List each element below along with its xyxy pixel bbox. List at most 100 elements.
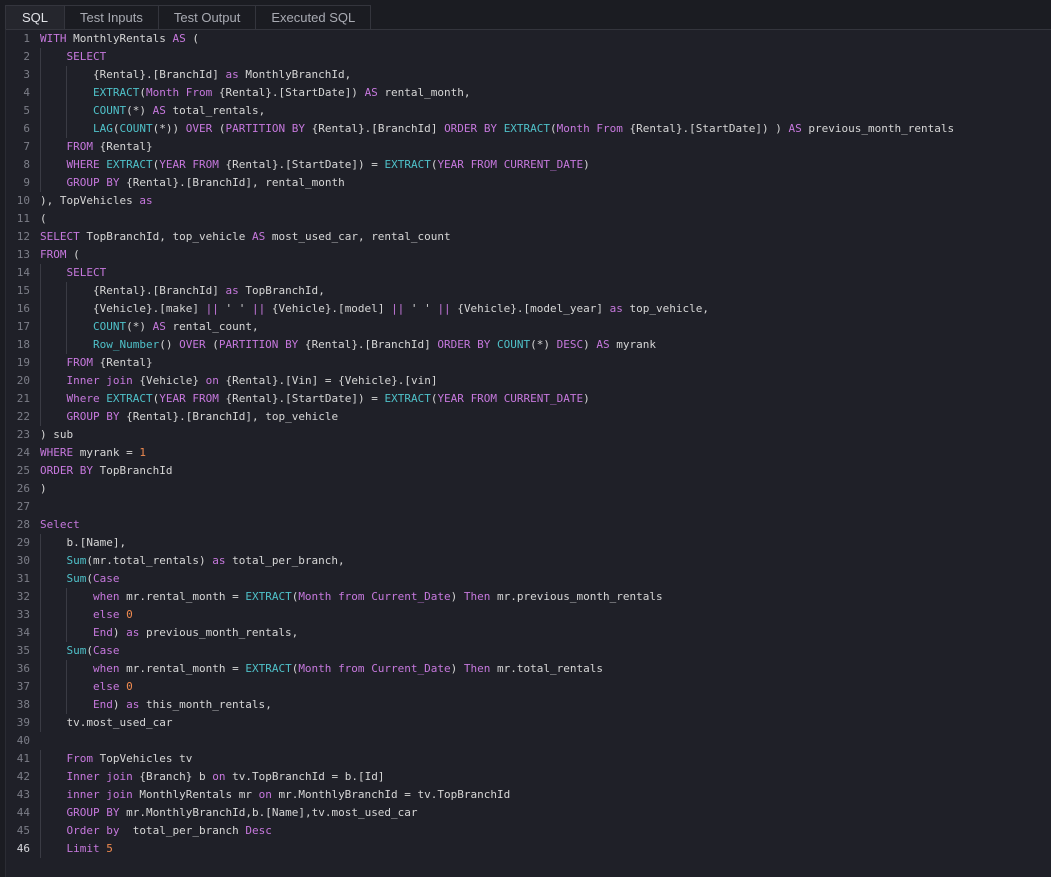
keyword-token: BY bbox=[80, 464, 93, 477]
indent-guide bbox=[66, 336, 92, 354]
keyword-token: BY bbox=[484, 122, 497, 135]
keyword-token: else bbox=[93, 608, 120, 621]
code-line: 40 bbox=[6, 732, 954, 750]
line-number: 22 bbox=[6, 408, 40, 426]
keyword-token: AS bbox=[172, 32, 185, 45]
indent-guide bbox=[40, 696, 66, 714]
code-line: 41From TopVehicles tv bbox=[6, 750, 954, 768]
line-text: else 0 bbox=[40, 678, 133, 696]
keyword-token: Current_Date bbox=[371, 590, 450, 603]
line-number: 30 bbox=[6, 552, 40, 570]
keyword-token: as bbox=[139, 194, 152, 207]
code-line: 29b.[Name], bbox=[6, 534, 954, 552]
line-text: EXTRACT(Month From {Rental}.[StartDate])… bbox=[40, 84, 471, 102]
function-token: COUNT bbox=[497, 338, 530, 351]
keyword-token: AS bbox=[153, 320, 166, 333]
tab-test-inputs[interactable]: Test Inputs bbox=[64, 5, 159, 29]
keyword-token: BY bbox=[106, 410, 119, 423]
code-line: 7FROM {Rental} bbox=[6, 138, 954, 156]
keyword-token: From bbox=[66, 752, 93, 765]
keyword-token: OVER bbox=[179, 338, 206, 351]
line-number: 7 bbox=[6, 138, 40, 156]
function-token: EXTRACT bbox=[106, 158, 152, 171]
line-number: 11 bbox=[6, 210, 40, 228]
line-text: Sum(Case bbox=[40, 642, 119, 660]
function-token: Row_Number bbox=[93, 338, 159, 351]
number-token: 1 bbox=[139, 446, 146, 459]
line-number: 2 bbox=[6, 48, 40, 66]
number-token: 0 bbox=[126, 680, 133, 693]
function-token: EXTRACT bbox=[106, 392, 152, 405]
keyword-token: FROM bbox=[40, 248, 67, 261]
tab-sql[interactable]: SQL bbox=[5, 5, 65, 29]
line-text: GROUP BY mr.MonthlyBranchId,b.[Name],tv.… bbox=[40, 804, 418, 822]
indent-guide bbox=[40, 786, 66, 804]
line-text: End) as this_month_rentals, bbox=[40, 696, 272, 714]
indent-guide bbox=[40, 354, 66, 372]
keyword-token: PARTITION bbox=[225, 122, 285, 135]
keyword-token: FROM bbox=[471, 158, 498, 171]
line-text: Inner join {Vehicle} on {Rental}.[Vin] =… bbox=[40, 372, 437, 390]
tab-executed-sql[interactable]: Executed SQL bbox=[255, 5, 371, 29]
line-text: ) sub bbox=[40, 426, 73, 444]
keyword-token: on bbox=[212, 770, 225, 783]
line-text: WITH MonthlyRentals AS ( bbox=[40, 30, 199, 48]
keyword-token: WITH bbox=[40, 32, 67, 45]
code-line: 46Limit 5 bbox=[6, 840, 954, 858]
keyword-token: GROUP bbox=[66, 410, 99, 423]
indent-guide bbox=[40, 768, 66, 786]
indent-guide bbox=[66, 606, 92, 624]
line-text: Where EXTRACT(YEAR FROM {Rental}.[StartD… bbox=[40, 390, 590, 408]
code-line: 6LAG(COUNT(*)) OVER (PARTITION BY {Renta… bbox=[6, 120, 954, 138]
line-number: 14 bbox=[6, 264, 40, 282]
line-number: 31 bbox=[6, 570, 40, 588]
keyword-token: || bbox=[437, 302, 450, 315]
keyword-token: from bbox=[338, 662, 365, 675]
keyword-token: AS bbox=[252, 230, 265, 243]
line-number: 15 bbox=[6, 282, 40, 300]
code-line: 42Inner join {Branch} b on tv.TopBranchI… bbox=[6, 768, 954, 786]
line-number: 46 bbox=[6, 840, 40, 858]
line-number: 40 bbox=[6, 732, 40, 750]
keyword-token: || bbox=[206, 302, 219, 315]
code-line: 21Where EXTRACT(YEAR FROM {Rental}.[Star… bbox=[6, 390, 954, 408]
line-text: FROM {Rental} bbox=[40, 354, 153, 372]
indent-guide bbox=[40, 390, 66, 408]
code-line: 18Row_Number() OVER (PARTITION BY {Renta… bbox=[6, 336, 954, 354]
sql-code-editor[interactable]: 1WITH MonthlyRentals AS (2SELECT3{Rental… bbox=[5, 29, 1051, 877]
line-text: End) as previous_month_rentals, bbox=[40, 624, 298, 642]
line-number: 36 bbox=[6, 660, 40, 678]
keyword-token: FROM bbox=[471, 392, 498, 405]
keyword-token: by bbox=[106, 824, 119, 837]
line-number: 18 bbox=[6, 336, 40, 354]
keyword-token: From bbox=[186, 86, 213, 99]
function-token: EXTRACT bbox=[384, 392, 430, 405]
tab-test-output[interactable]: Test Output bbox=[158, 5, 256, 29]
line-number: 26 bbox=[6, 480, 40, 498]
number-token: 0 bbox=[126, 608, 133, 621]
code-line: 34End) as previous_month_rentals, bbox=[6, 624, 954, 642]
function-token: EXTRACT bbox=[245, 662, 291, 675]
line-text: {Vehicle}.[make] || ' ' || {Vehicle}.[mo… bbox=[40, 300, 709, 318]
keyword-token: FROM bbox=[192, 158, 219, 171]
keyword-token: Month bbox=[298, 590, 331, 603]
code-line: 26) bbox=[6, 480, 954, 498]
indent-guide bbox=[40, 282, 66, 300]
indent-guide bbox=[40, 102, 66, 120]
keyword-token: FROM bbox=[66, 356, 93, 369]
indent-guide bbox=[40, 552, 66, 570]
keyword-token: BY bbox=[106, 806, 119, 819]
line-number: 6 bbox=[6, 120, 40, 138]
line-text: FROM {Rental} bbox=[40, 138, 153, 156]
code-line: 14SELECT bbox=[6, 264, 954, 282]
keyword-token: Order bbox=[66, 824, 99, 837]
keyword-token: PARTITION bbox=[219, 338, 279, 351]
line-text: SELECT TopBranchId, top_vehicle AS most_… bbox=[40, 228, 451, 246]
line-number: 34 bbox=[6, 624, 40, 642]
line-text: ORDER BY TopBranchId bbox=[40, 462, 172, 480]
indent-guide bbox=[40, 750, 66, 768]
keyword-token: Case bbox=[93, 644, 120, 657]
line-text: {Rental}.[BranchId] as TopBranchId, bbox=[40, 282, 325, 300]
line-text: Order by total_per_branch Desc bbox=[40, 822, 272, 840]
keyword-token: BY bbox=[292, 122, 305, 135]
